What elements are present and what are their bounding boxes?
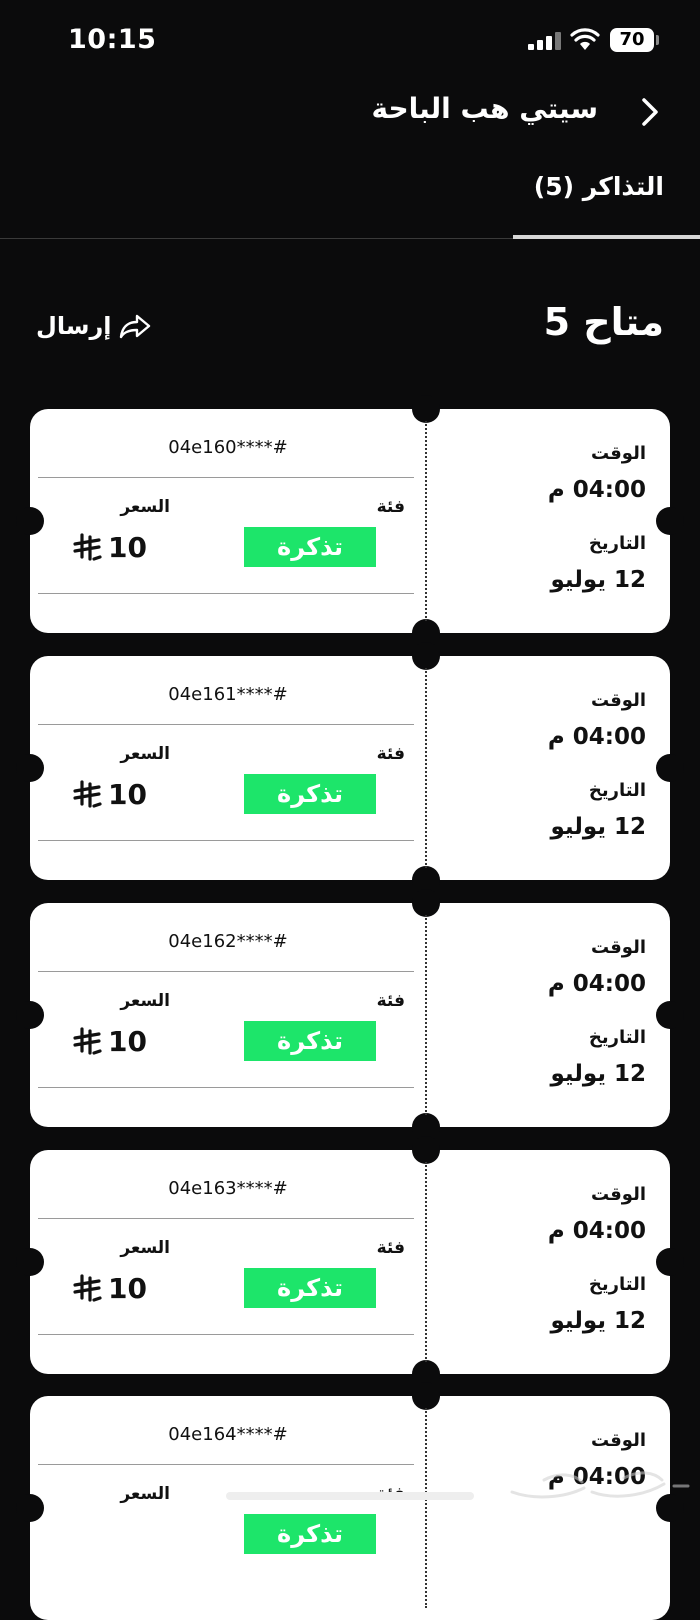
home-indicator[interactable]: [226, 1492, 474, 1500]
saudi-riyal-icon: [73, 1027, 102, 1055]
separator: [38, 1334, 414, 1335]
ticket-card[interactable]: 04e163****# فئة تذكرة دخول السعر 10 الوق…: [16, 1136, 684, 1388]
time-value: 04:00 م: [547, 1218, 646, 1244]
time-label: الوقت: [590, 1430, 646, 1451]
category-badge: تذكرة دخول: [244, 774, 376, 848]
ticket-notch: [16, 1248, 44, 1276]
separator: [38, 971, 414, 972]
ticket-notch: [656, 507, 684, 535]
time-label: الوقت: [590, 443, 646, 464]
ticket-notch: [16, 1001, 44, 1029]
ticket-card[interactable]: 04e162****# فئة تذكرة دخول السعر 10 الوق…: [16, 889, 684, 1141]
ticket-notch: [412, 395, 440, 423]
date-label: التاريخ: [588, 780, 646, 801]
price-label: السعر: [120, 744, 170, 764]
price: 10: [72, 774, 147, 814]
ticket-card[interactable]: 04e161****# فئة تذكرة دخول السعر 10 الوق…: [16, 642, 684, 894]
date-value: 12 يوليو: [550, 567, 646, 593]
ticket-id: 04e161****#: [168, 684, 288, 705]
price-value: 10: [108, 777, 147, 811]
price: 10: [72, 1021, 147, 1061]
ticket-notch: [16, 1494, 44, 1522]
category-label: فئة: [376, 1238, 405, 1258]
ticket-notch: [16, 754, 44, 782]
category-label: فئة: [376, 744, 405, 764]
date-label: التاريخ: [588, 1274, 646, 1295]
cellular-signal-icon: [528, 32, 562, 50]
share-arrow-icon: [120, 314, 151, 339]
price-value: 10: [108, 1024, 147, 1058]
send-label: إرسال: [36, 312, 112, 340]
separator: [38, 840, 414, 841]
ticket-notch: [656, 1248, 684, 1276]
date-value: 12 يوليو: [550, 1308, 646, 1334]
ticket-id: 04e160****#: [168, 437, 288, 458]
status-bar: 10:15 70: [0, 0, 700, 80]
status-time: 10:15: [68, 24, 157, 55]
saudi-riyal-icon: [73, 533, 102, 561]
battery-tip: [656, 35, 659, 45]
time-value: 04:00 م: [547, 477, 646, 503]
ticket-id: 04e162****#: [168, 931, 288, 952]
ticket-id: 04e163****#: [168, 1178, 288, 1199]
watermark-logo: [510, 1471, 690, 1499]
price-label: السعر: [120, 1238, 170, 1258]
separator: [38, 477, 414, 478]
separator: [38, 593, 414, 594]
price: 10: [72, 1268, 147, 1308]
time-value: 04:00 م: [547, 971, 646, 997]
ticket-notch: [656, 1001, 684, 1029]
price-label: السعر: [120, 991, 170, 1011]
time-label: الوقت: [590, 937, 646, 958]
ticket-notch: [656, 754, 684, 782]
page-title: سيتي هب الباحة: [371, 92, 599, 125]
ticket-notch: [16, 507, 44, 535]
ticket-notch: [412, 1382, 440, 1410]
ticket-notch: [412, 1136, 440, 1164]
saudi-riyal-icon: [73, 780, 102, 808]
separator: [38, 1464, 414, 1465]
date-value: 12 يوليو: [550, 814, 646, 840]
time-label: الوقت: [590, 690, 646, 711]
tab-active-indicator: [513, 235, 700, 239]
ticket-card[interactable]: 04e164****# فئة تذكرة دخول السعر الوقت 0…: [16, 1382, 684, 1620]
date-label: التاريخ: [588, 533, 646, 554]
date-label: التاريخ: [588, 1027, 646, 1048]
ticket-card[interactable]: 04e160****# فئة تذكرة دخول السعر 10 الوق…: [16, 395, 684, 647]
category-badge: تذكرة دخول: [244, 1514, 376, 1588]
price-value: 10: [108, 1271, 147, 1305]
price-label: السعر: [120, 497, 170, 517]
chevron-back-icon[interactable]: [632, 94, 668, 130]
price-value: 10: [108, 530, 147, 564]
category-label: فئة: [376, 991, 405, 1011]
time-value: 04:00 م: [547, 724, 646, 750]
separator: [38, 1087, 414, 1088]
category-badge: تذكرة دخول: [244, 1021, 376, 1095]
category-badge: تذكرة دخول: [244, 1268, 376, 1342]
send-button[interactable]: إرسال: [36, 308, 151, 344]
saudi-riyal-icon: [73, 1274, 102, 1302]
separator: [38, 724, 414, 725]
ticket-notch: [412, 642, 440, 670]
price: 10: [72, 527, 147, 567]
ticket-id: 04e164****#: [168, 1424, 288, 1445]
date-value: 12 يوليو: [550, 1061, 646, 1087]
time-label: الوقت: [590, 1184, 646, 1205]
tab-tickets[interactable]: التذاكر (5): [534, 172, 664, 201]
category-label: فئة: [376, 497, 405, 517]
available-count: متاح 5: [543, 300, 664, 344]
category-badge: تذكرة دخول: [244, 527, 376, 601]
separator: [38, 1218, 414, 1219]
battery-icon: 70: [610, 28, 654, 52]
price-label: السعر: [120, 1484, 170, 1504]
ticket-notch: [412, 889, 440, 917]
wifi-icon: [570, 28, 600, 50]
